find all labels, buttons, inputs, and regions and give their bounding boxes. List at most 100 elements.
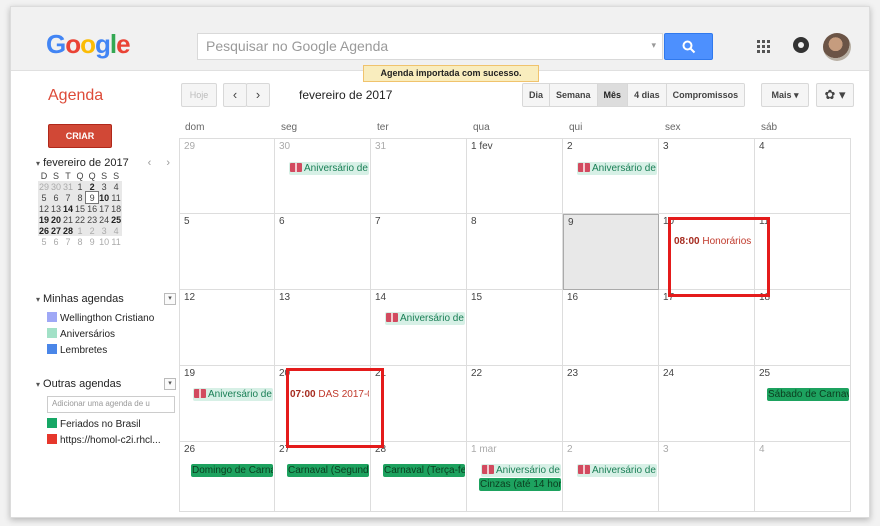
day-cell[interactable]: 30 [275,138,371,214]
holiday-event[interactable]: Carnaval (Segund [287,464,369,477]
birthday-event[interactable]: Aniversário de l [481,464,561,477]
day-cell[interactable]: 8 [467,214,563,290]
calendar-item[interactable]: Feriados no Brasil [47,418,141,430]
mini-calendar-title[interactable]: fevereiro de 2017 [43,157,129,169]
search-button[interactable] [664,33,713,60]
mini-day-today[interactable]: 9 [85,191,100,204]
day-cell[interactable]: 25 [755,366,851,442]
day-cell[interactable]: 22 [467,366,563,442]
other-calendars-header[interactable]: ▾ Outras agendas ▾ [36,378,176,390]
mini-day[interactable]: 23 [86,214,99,225]
app-title[interactable]: Agenda [48,87,103,105]
mini-day[interactable]: 20 [50,214,63,225]
calendar-item[interactable]: Aniversários [47,328,115,340]
mini-day[interactable]: 4 [110,181,123,192]
mini-day[interactable]: 31 [62,181,75,192]
birthday-event[interactable]: Aniversário de l [577,162,657,175]
day-cell[interactable]: 4 [755,138,851,214]
mini-day[interactable]: 7 [62,192,75,203]
mini-day[interactable]: 1 [74,225,87,236]
day-cell[interactable]: 28 [371,442,467,512]
calendar-item[interactable]: Wellingthon Cristiano [47,312,154,324]
view-week-button[interactable]: Semana [550,84,598,106]
mini-day[interactable]: 11 [110,192,123,203]
view-day-button[interactable]: Dia [523,84,551,106]
search-input[interactable]: Pesquisar no Google Agenda ▾ [197,33,663,60]
mini-day[interactable]: 4 [110,225,123,236]
holiday-event[interactable]: Cinzas (até 14 hor [479,478,561,491]
day-cell[interactable]: 19 [179,366,275,442]
mini-day[interactable]: 18 [110,203,123,214]
settings-gear-icon[interactable]: ✿ ▾ [816,83,854,107]
day-cell[interactable]: 1 fev [467,138,563,214]
day-cell[interactable]: 13 [275,290,371,366]
mini-day[interactable]: 6 [50,192,63,203]
day-cell[interactable]: 26 [179,442,275,512]
mini-day[interactable]: 7 [62,236,74,247]
mini-day[interactable]: 2 [86,225,99,236]
next-period-button[interactable]: › [246,83,270,107]
mini-day[interactable]: 27 [50,225,63,236]
day-cell[interactable]: 7 [371,214,467,290]
mini-day[interactable]: 3 [98,225,111,236]
day-cell[interactable]: 2 [563,138,659,214]
mini-day[interactable]: 2 [86,181,99,192]
mini-day[interactable]: 12 [38,203,51,214]
add-calendar-input[interactable]: Adicionar uma agenda de u [47,396,175,413]
holiday-event[interactable]: Sábado de Carnav [767,388,849,401]
day-cell[interactable]: 12 [179,290,275,366]
today-button[interactable]: Hoje [181,83,217,107]
holiday-event[interactable]: Carnaval (Terça-fe [383,464,465,477]
day-cell[interactable]: 1 mar [467,442,563,512]
day-cell[interactable]: 4 [755,442,851,512]
other-calendars-menu-chevron-icon[interactable]: ▾ [164,378,176,390]
mini-day[interactable]: 22 [74,214,87,225]
mini-day[interactable]: 5 [38,236,50,247]
mini-calendar-nav[interactable]: ‹ › [148,157,176,169]
mini-day[interactable]: 29 [38,181,51,192]
mini-day[interactable]: 8 [74,236,86,247]
day-cell[interactable]: 24 [659,366,755,442]
holiday-event[interactable]: Domingo de Carna [191,464,273,477]
day-cell[interactable]: 27 [275,442,371,512]
my-calendars-menu-chevron-icon[interactable]: ▾ [164,293,176,305]
mini-day[interactable]: 16 [86,203,99,214]
mini-day[interactable]: 1 [74,181,87,192]
day-cell[interactable]: 21 [371,366,467,442]
day-cell[interactable]: 2 [563,442,659,512]
mini-day[interactable]: 19 [38,214,51,225]
day-cell[interactable]: 17 [659,290,755,366]
mini-day[interactable]: 17 [98,203,111,214]
birthday-event[interactable]: Aniversário de l [193,388,273,401]
day-cell[interactable]: 23 [563,366,659,442]
mini-day[interactable]: 3 [98,181,111,192]
apps-grid-icon[interactable] [757,40,771,54]
more-button[interactable]: Mais ▾ [761,83,809,107]
search-options-chevron-icon[interactable]: ▾ [651,40,656,51]
day-cell[interactable]: 6 [275,214,371,290]
day-cell-today[interactable]: 9 [563,214,659,290]
mini-day[interactable]: 26 [38,225,51,236]
mini-day[interactable]: 14 [62,203,75,214]
calendar-item[interactable]: https://homol-c2i.rhcl... [47,434,161,446]
view-month-button[interactable]: Mês [597,84,629,106]
google-logo[interactable]: Google [46,29,131,60]
mini-day[interactable]: 21 [62,214,75,225]
mini-day[interactable]: 10 [98,192,111,203]
mini-day[interactable]: 15 [74,203,87,214]
day-cell[interactable]: 29 [179,138,275,214]
mini-day[interactable]: 10 [98,236,110,247]
prev-period-button[interactable]: ‹ [223,83,247,107]
create-button[interactable]: CRIAR [48,124,112,148]
day-cell[interactable]: 16 [563,290,659,366]
mini-day[interactable]: 9 [86,236,98,247]
day-cell[interactable]: 3 [659,442,755,512]
day-cell[interactable]: 31 [371,138,467,214]
mini-day[interactable]: 11 [110,236,122,247]
collapse-arrow-icon[interactable]: ▾ [36,159,40,168]
avatar[interactable] [823,33,851,61]
day-cell[interactable]: 14 [371,290,467,366]
mini-day[interactable]: 5 [38,192,51,203]
view-4days-button[interactable]: 4 dias [628,84,667,106]
my-calendars-header[interactable]: ▾ Minhas agendas ▾ [36,293,176,305]
